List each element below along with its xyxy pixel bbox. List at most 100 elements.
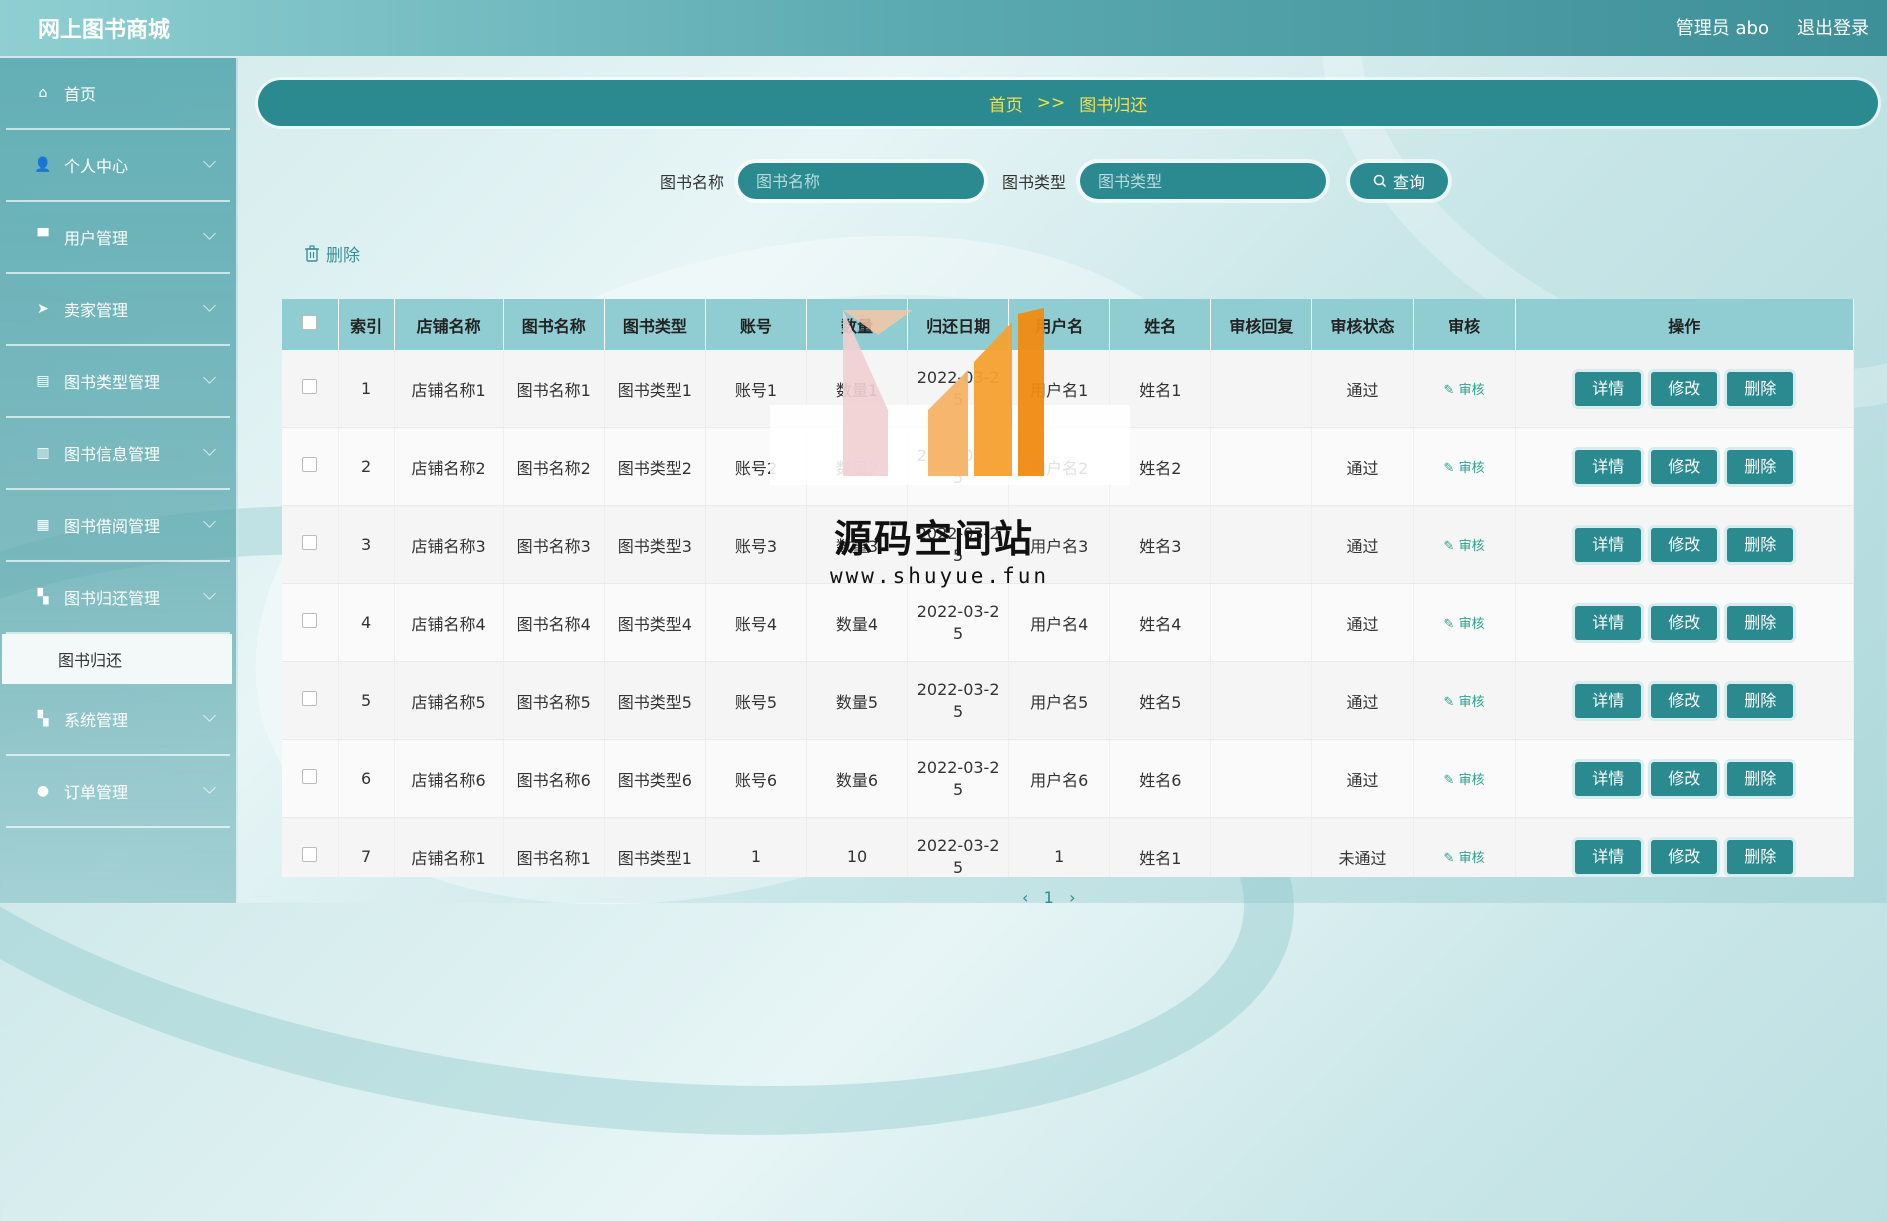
pager-current[interactable]: 1 <box>1044 888 1054 907</box>
sidebar-item-home[interactable]: ⌂ 首页 <box>6 58 230 130</box>
cell-username: 用户名4 <box>1008 583 1111 662</box>
delete-button[interactable]: 删除 <box>1727 761 1794 796</box>
cell-account: 账号6 <box>705 739 807 818</box>
table-row: 2 店铺名称2 图书名称2 图书类型2 账号2 数量2 2022-03-25 用户名2 姓名2 通… <box>282 427 1854 506</box>
cell-type: 图书类型1 <box>604 350 706 428</box>
edit-button[interactable]: 修改 <box>1651 605 1718 640</box>
select-all-checkbox[interactable] <box>302 315 318 330</box>
cell-reply <box>1210 739 1313 818</box>
cell-status: 通过 <box>1311 427 1414 506</box>
edit-button[interactable]: 修改 <box>1651 449 1718 484</box>
query-button[interactable]: 查询 <box>1350 163 1449 199</box>
detail-button[interactable]: 详情 <box>1575 605 1642 640</box>
delete-button[interactable]: 删除 <box>1727 683 1794 718</box>
row-checkbox[interactable] <box>302 613 318 628</box>
detail-button[interactable]: 详情 <box>1575 371 1642 406</box>
logout-button[interactable]: 退出登录 <box>1797 14 1869 40</box>
edit-button[interactable]: 修改 <box>1651 527 1718 562</box>
audit-label: 审核 <box>1458 383 1485 398</box>
detail-button[interactable]: 详情 <box>1575 761 1642 796</box>
column-header: 归还日期 <box>907 299 1010 350</box>
row-checkbox[interactable] <box>302 379 318 394</box>
cell-date: 2022-03-25 <box>907 739 1010 818</box>
audit-cell: ✎ 审核 <box>1413 505 1516 584</box>
table-row: 7 店铺名称1 图书名称1 图书类型1 1 10 2022-03-25 1 姓名1 未通过 ✎ 审核… <box>282 817 1854 877</box>
breadcrumb-home[interactable]: 首页 <box>989 91 1023 116</box>
sidebar-item-bulb[interactable]: ● 订单管理 <box>6 756 230 828</box>
cell-shop: 店铺名称1 <box>394 817 504 877</box>
row-checkbox[interactable] <box>302 457 318 472</box>
sidebar-item-monitor[interactable]: ▀ 用户管理 <box>6 202 230 274</box>
audit-link[interactable]: ✎ 审核 <box>1444 695 1485 710</box>
delete-button[interactable]: 删除 <box>1727 527 1794 562</box>
sidebar-subitem-book-return[interactable]: 图书归还 <box>2 634 232 684</box>
pager-prev-icon[interactable]: ‹ <box>1022 888 1028 907</box>
cell-reply <box>1210 817 1313 877</box>
delete-button[interactable]: 删除 <box>1727 839 1794 874</box>
cell-shop: 店铺名称3 <box>394 505 504 584</box>
edit-button[interactable]: 修改 <box>1651 371 1718 406</box>
chart-icon: ▥ <box>36 445 50 461</box>
edit-button[interactable]: 修改 <box>1651 683 1718 718</box>
audit-link[interactable]: ✎ 审核 <box>1444 461 1485 476</box>
audit-cell: ✎ 审核 <box>1413 583 1516 662</box>
detail-button[interactable]: 详情 <box>1575 527 1642 562</box>
row-select-cell[interactable] <box>282 505 339 584</box>
audit-link[interactable]: ✎ 审核 <box>1444 539 1485 554</box>
detail-button[interactable]: 详情 <box>1575 839 1642 874</box>
sidebar-item-label: 订单管理 <box>64 783 129 802</box>
cell-account: 账号4 <box>705 583 807 662</box>
row-checkbox[interactable] <box>302 691 318 706</box>
cell-account: 1 <box>705 817 807 877</box>
row-select-cell[interactable] <box>282 739 339 818</box>
cell-shop: 店铺名称6 <box>394 739 504 818</box>
sidebar-item-chart[interactable]: ▥ 图书信息管理 <box>6 418 230 490</box>
row-select-cell[interactable] <box>282 661 339 740</box>
sidebar-item-user[interactable]: 👤 个人中心 <box>6 130 230 202</box>
detail-button[interactable]: 详情 <box>1575 449 1642 484</box>
cell-account: 账号2 <box>705 427 807 506</box>
row-checkbox[interactable] <box>302 847 318 862</box>
search-bar: 图书名称 图书类型 查询 <box>660 163 1449 199</box>
cell-name: 姓名5 <box>1109 661 1212 740</box>
batch-delete-button[interactable]: 删除 <box>304 241 360 266</box>
table-row: 5 店铺名称5 图书名称5 图书类型5 账号5 数量5 2022-03-25 用户名5 姓名5 通… <box>282 661 1854 740</box>
delete-button[interactable]: 删除 <box>1727 449 1794 484</box>
audit-link[interactable]: ✎ 审核 <box>1444 617 1485 632</box>
detail-button[interactable]: 详情 <box>1575 683 1642 718</box>
row-select-cell[interactable] <box>282 350 339 428</box>
audit-link[interactable]: ✎ 审核 <box>1444 383 1485 398</box>
row-select-cell[interactable] <box>282 427 339 506</box>
cell-book: 图书名称1 <box>503 350 605 428</box>
delete-button[interactable]: 删除 <box>1727 371 1794 406</box>
table-row: 3 店铺名称3 图书名称3 图书类型3 账号3 数量3 2022-03-25 用户名3 姓名3 通… <box>282 505 1854 584</box>
pager-next-icon[interactable]: › <box>1069 888 1075 907</box>
batch-delete-label: 删除 <box>326 246 360 266</box>
edit-button[interactable]: 修改 <box>1651 761 1718 796</box>
sidebar-item-label: 图书借阅管理 <box>64 517 161 536</box>
breadcrumb-current: 图书归还 <box>1079 95 1148 116</box>
edit-button[interactable]: 修改 <box>1651 839 1718 874</box>
book-name-input[interactable] <box>738 163 985 199</box>
row-select-cell[interactable] <box>282 583 339 662</box>
operation-cell: 详情 修改 删除 <box>1515 739 1854 818</box>
select-all-header[interactable] <box>282 299 339 350</box>
row-select-cell[interactable] <box>282 817 339 877</box>
sidebar-item-send[interactable]: ➤ 卖家管理 <box>6 274 230 346</box>
sidebar-item-grid[interactable]: ▦ 图书借阅管理 <box>6 490 230 562</box>
audit-link[interactable]: ✎ 审核 <box>1444 773 1485 788</box>
pencil-icon: ✎ <box>1443 617 1459 632</box>
row-checkbox[interactable] <box>302 769 318 784</box>
sidebar-item-apps[interactable]: ▚ 系统管理 <box>6 684 230 756</box>
sidebar-item-apps[interactable]: ▚ 图书归还管理 <box>6 562 230 634</box>
clipboard-icon: ▤ <box>36 373 50 389</box>
chevron-down-icon <box>203 155 216 168</box>
cell-book: 图书名称6 <box>503 739 605 818</box>
row-checkbox[interactable] <box>302 535 318 550</box>
return-table: 索引 店铺名称 图书名称 图书类型 账号 数量 归还日期 用户名 姓名 审核回复 审核状态 审核 操作 … <box>282 299 1854 877</box>
audit-link[interactable]: ✎ 审核 <box>1444 851 1485 866</box>
book-type-input[interactable] <box>1080 163 1327 199</box>
admin-user-label[interactable]: 管理员 abo <box>1676 14 1769 40</box>
sidebar-item-clipboard[interactable]: ▤ 图书类型管理 <box>6 346 230 418</box>
delete-button[interactable]: 删除 <box>1727 605 1794 640</box>
